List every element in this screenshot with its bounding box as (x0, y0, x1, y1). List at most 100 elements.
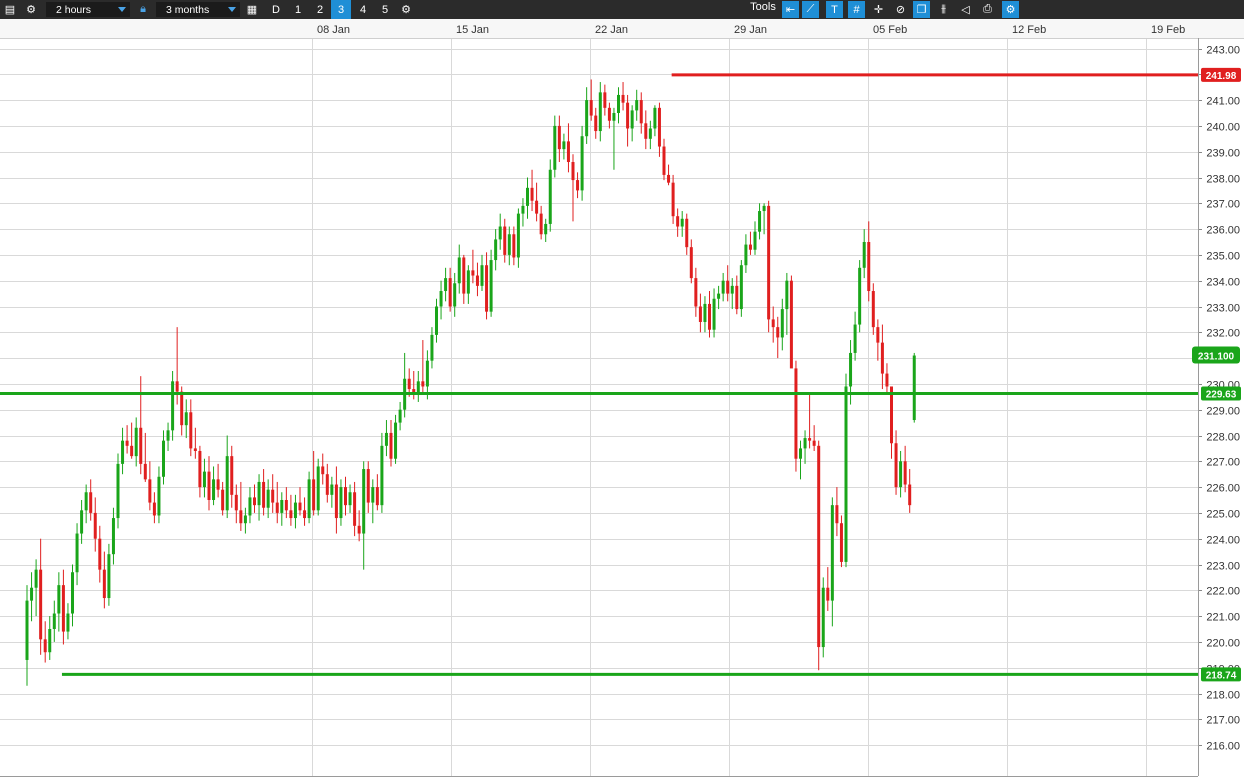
y-tick-label: 239.00 (1206, 148, 1240, 160)
candle (307, 471, 311, 524)
label-icon[interactable]: ◁ (957, 1, 974, 18)
candle (398, 401, 402, 431)
y-tick-label: 243.00 (1206, 45, 1240, 57)
settings-gear-icon[interactable]: ⚙ (397, 0, 415, 19)
candle (785, 272, 789, 335)
candle-body (198, 450, 202, 488)
print-icon[interactable]: ⎙ (979, 1, 996, 18)
x-tick-label: 19 Feb (1151, 24, 1185, 36)
interval-dropdown[interactable]: 2 hours (46, 2, 130, 17)
candle (903, 445, 907, 493)
candle (25, 585, 29, 686)
candle (148, 461, 152, 511)
candle (503, 218, 507, 263)
candle-body (894, 443, 898, 488)
candle-body (808, 438, 812, 441)
candle (526, 177, 529, 219)
price-chart[interactable]: 08 Jan 15 Jan 22 Jan 29 Jan 05 Feb 12 Feb 19 F… (0, 19, 1244, 779)
candle (293, 494, 297, 529)
y-tick-label: 233.00 (1206, 303, 1240, 315)
y-tick-label: 224.00 (1206, 535, 1240, 547)
settings-gear-icon[interactable]: ⚙ (22, 0, 40, 19)
period-button-d[interactable]: D (266, 0, 286, 19)
candle-body (703, 303, 707, 322)
candle (462, 254, 466, 304)
candle-body (776, 327, 780, 338)
candle (621, 82, 625, 111)
range-dropdown[interactable]: 3 months (156, 2, 240, 17)
candle (303, 497, 307, 526)
candle-body (876, 327, 880, 343)
candle (808, 394, 812, 449)
candle (912, 352, 916, 423)
period-button-1[interactable]: 1 (288, 0, 308, 19)
candle-body (753, 231, 757, 250)
candle-body (830, 505, 834, 601)
candle-body (371, 487, 375, 503)
candle-body (612, 113, 616, 121)
candle-body (375, 487, 379, 506)
candle-body (630, 110, 634, 129)
candle (152, 492, 156, 524)
candle (835, 487, 839, 537)
candle-body (71, 572, 74, 614)
period-button-4[interactable]: 4 (353, 0, 373, 19)
indicator-icon[interactable]: ⫵ (935, 1, 952, 18)
candle-body (557, 125, 561, 150)
candle-body (66, 613, 70, 632)
candle (416, 371, 420, 402)
candle (494, 229, 498, 271)
candle (544, 218, 548, 242)
tool-settings-icon[interactable]: ⚙ (1002, 1, 1019, 18)
candle (789, 275, 793, 369)
period-button-2[interactable]: 2 (310, 0, 330, 19)
text-tool-icon[interactable]: T (826, 1, 843, 18)
candle-body (530, 187, 534, 201)
candle (566, 123, 570, 173)
candle-body (712, 298, 716, 330)
last-price-label: 231.100 (1198, 352, 1235, 363)
y-tick-label: 235.00 (1206, 251, 1240, 263)
candle-body (912, 355, 916, 421)
candle (143, 432, 147, 482)
menu-icon[interactable]: ▤ (2, 0, 18, 19)
candle-body (885, 373, 889, 387)
x-tick-label: 29 Jan (734, 24, 767, 36)
calendar-icon[interactable]: ▦ (244, 0, 260, 19)
windows-icon[interactable]: ❐ (913, 1, 930, 18)
candle (289, 494, 293, 526)
candle (780, 298, 784, 351)
candle (667, 164, 671, 186)
back-arrow-icon[interactable]: ⇤ (782, 1, 799, 18)
candle (384, 420, 388, 457)
candle-body (826, 587, 830, 601)
candle (712, 288, 716, 338)
candle (562, 133, 566, 160)
candle (80, 500, 84, 544)
candle (184, 399, 188, 439)
candle (243, 507, 247, 534)
candle-body (744, 244, 748, 266)
candle (730, 278, 734, 310)
candle (453, 272, 457, 317)
draw-curve-icon[interactable]: ⟋ (802, 1, 819, 18)
period-button-3[interactable]: 3 (331, 0, 351, 19)
candle-body (52, 613, 56, 629)
period-button-5[interactable]: 5 (375, 0, 395, 19)
candle-body (576, 180, 580, 191)
y-tick-label: 223.00 (1206, 561, 1240, 573)
candle (653, 105, 657, 137)
grid-icon[interactable]: # (848, 1, 865, 18)
candle-body (216, 479, 220, 490)
candle-body (771, 319, 775, 328)
candle (362, 461, 366, 570)
lock-icon[interactable]: 🔒︎ (136, 0, 150, 19)
candle-type-icon[interactable]: ⊘ (892, 1, 909, 18)
candle (844, 373, 848, 568)
candle-body (648, 128, 652, 139)
candle-body (726, 280, 730, 294)
candle (421, 340, 425, 395)
candle-body (653, 107, 657, 129)
crosshair-icon[interactable]: ✛ (870, 1, 887, 18)
candle (471, 249, 475, 284)
